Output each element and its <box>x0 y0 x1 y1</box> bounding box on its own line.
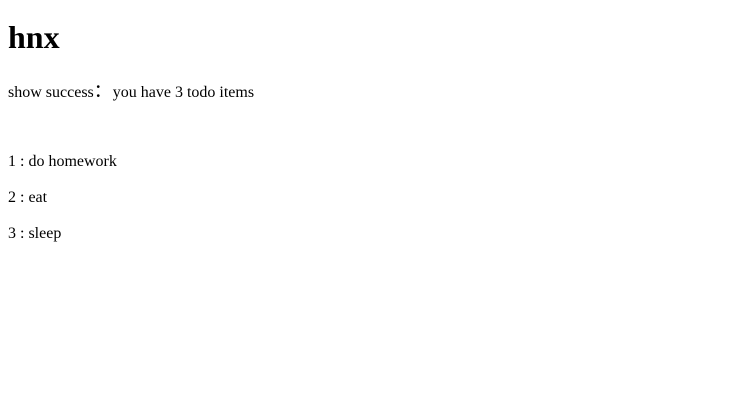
todo-separator: : <box>16 153 29 170</box>
todo-item: 2 : eat <box>8 188 117 208</box>
page-title: hnx <box>8 19 60 55</box>
todo-index: 1 <box>8 153 16 170</box>
status-message: show success：you have 3 todo items <box>8 80 254 104</box>
todo-separator: : <box>16 225 29 242</box>
todo-index: 2 <box>8 189 16 206</box>
page: hnx show success：you have 3 todo items 1… <box>0 0 751 410</box>
todo-separator: : <box>16 189 29 206</box>
todo-item: 1 : do homework <box>8 152 117 172</box>
todo-list: 1 : do homework 2 : eat 3 : sleep <box>8 152 117 260</box>
status-label: show success <box>8 84 94 101</box>
status-text: you have 3 todo items <box>112 84 255 101</box>
todo-item: 3 : sleep <box>8 224 117 244</box>
todo-index: 3 <box>8 225 16 242</box>
todo-text: sleep <box>28 225 62 242</box>
todo-text: do homework <box>28 153 117 170</box>
status-separator: ： <box>93 81 112 101</box>
todo-text: eat <box>28 189 48 206</box>
